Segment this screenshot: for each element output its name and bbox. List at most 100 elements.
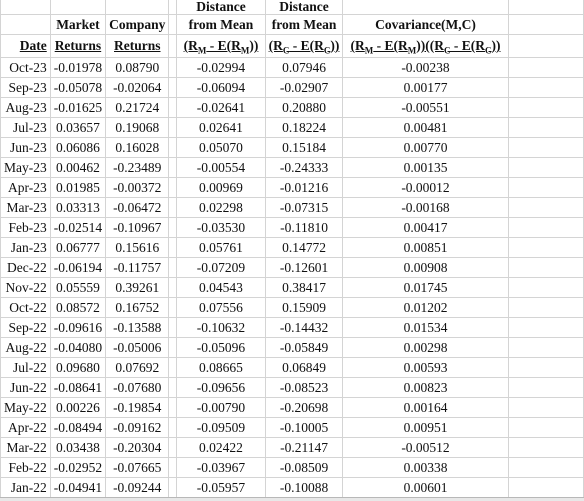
cell[interactable] [168, 177, 178, 198]
cell[interactable] [507, 337, 584, 358]
header-date[interactable]: Date [0, 34, 51, 58]
cell[interactable] [168, 477, 178, 498]
header-dist-company-formula[interactable]: (RC - E(RC)) [264, 34, 344, 58]
dist-company-cell[interactable]: -0.07315 [264, 197, 344, 218]
dist-company-cell[interactable]: -0.05849 [264, 337, 344, 358]
header-dist-company-line1[interactable]: Distance [264, 0, 344, 15]
dist-market-cell[interactable]: -0.09656 [176, 377, 266, 398]
dist-market-cell[interactable]: 0.02298 [176, 197, 266, 218]
cell[interactable] [168, 357, 178, 378]
cell[interactable] [168, 377, 178, 398]
covariance-cell[interactable]: -0.00551 [342, 97, 509, 118]
date-cell[interactable]: Mar-23 [0, 197, 51, 218]
dist-company-cell[interactable]: 0.15184 [264, 137, 344, 158]
dist-market-cell[interactable]: -0.10632 [176, 317, 266, 338]
date-cell[interactable]: Mar-22 [0, 437, 51, 458]
dist-market-cell[interactable]: 0.05070 [176, 137, 266, 158]
dist-market-cell[interactable]: -0.00790 [176, 397, 266, 418]
cell[interactable] [168, 457, 178, 478]
cell[interactable] [507, 397, 584, 418]
cell[interactable] [168, 137, 178, 158]
covariance-cell[interactable]: 0.00135 [342, 157, 509, 178]
cell[interactable] [168, 277, 178, 298]
cell[interactable] [168, 317, 178, 338]
cell[interactable] [168, 57, 178, 78]
market-return-cell[interactable]: -0.08641 [49, 377, 107, 398]
dist-market-cell[interactable]: 0.02422 [176, 437, 266, 458]
dist-market-cell[interactable]: 0.08665 [176, 357, 266, 378]
cell[interactable] [507, 437, 584, 458]
dist-market-cell[interactable]: -0.03967 [176, 457, 266, 478]
header-market-line1[interactable]: Market [49, 14, 107, 35]
cell[interactable] [507, 157, 584, 178]
date-cell[interactable]: Sep-22 [0, 317, 51, 338]
market-return-cell[interactable]: -0.01625 [49, 97, 107, 118]
cell[interactable] [49, 0, 107, 15]
company-return-cell[interactable]: -0.09244 [105, 477, 170, 498]
cell[interactable] [105, 0, 170, 15]
company-return-cell[interactable]: -0.07665 [105, 457, 170, 478]
covariance-cell[interactable]: 0.00481 [342, 117, 509, 138]
date-cell[interactable]: Oct-22 [0, 297, 51, 318]
cell[interactable] [168, 157, 178, 178]
dist-company-cell[interactable]: -0.02907 [264, 77, 344, 98]
cell[interactable] [507, 57, 584, 78]
header-market-returns[interactable]: Returns [49, 34, 107, 58]
cell[interactable] [168, 197, 178, 218]
covariance-cell[interactable]: -0.00238 [342, 57, 509, 78]
dist-market-cell[interactable]: 0.07556 [176, 297, 266, 318]
cell[interactable] [168, 417, 178, 438]
cell[interactable] [168, 217, 178, 238]
covariance-cell[interactable]: 0.01202 [342, 297, 509, 318]
market-return-cell[interactable]: 0.08572 [49, 297, 107, 318]
date-cell[interactable]: Feb-22 [0, 457, 51, 478]
dist-company-cell[interactable]: 0.20880 [264, 97, 344, 118]
company-return-cell[interactable]: 0.15616 [105, 237, 170, 258]
covariance-cell[interactable]: -0.00512 [342, 437, 509, 458]
dist-company-cell[interactable]: -0.20698 [264, 397, 344, 418]
header-dist-market-line2[interactable]: from Mean [176, 14, 266, 35]
cell[interactable] [507, 117, 584, 138]
dist-company-cell[interactable]: -0.10088 [264, 477, 344, 498]
dist-company-cell[interactable]: 0.38417 [264, 277, 344, 298]
covariance-cell[interactable]: 0.00164 [342, 397, 509, 418]
header-company-line1[interactable]: Company [105, 14, 170, 35]
cell[interactable] [168, 77, 178, 98]
market-return-cell[interactable]: -0.02514 [49, 217, 107, 238]
cell[interactable] [507, 477, 584, 498]
dist-company-cell[interactable]: 0.18224 [264, 117, 344, 138]
dist-market-cell[interactable]: 0.00969 [176, 177, 266, 198]
company-return-cell[interactable]: -0.00372 [105, 177, 170, 198]
dist-company-cell[interactable]: 0.14772 [264, 237, 344, 258]
date-cell[interactable]: Jul-22 [0, 357, 51, 378]
cell[interactable] [507, 97, 584, 118]
date-cell[interactable]: Dec-22 [0, 257, 51, 278]
company-return-cell[interactable]: -0.02064 [105, 77, 170, 98]
dist-market-cell[interactable]: 0.04543 [176, 277, 266, 298]
covariance-cell[interactable]: 0.00823 [342, 377, 509, 398]
dist-market-cell[interactable]: -0.09509 [176, 417, 266, 438]
date-cell[interactable]: Apr-22 [0, 417, 51, 438]
date-cell[interactable]: Apr-23 [0, 177, 51, 198]
market-return-cell[interactable]: 0.06086 [49, 137, 107, 158]
cell[interactable] [0, 0, 51, 15]
cell[interactable] [168, 237, 178, 258]
header-company-returns[interactable]: Returns [105, 34, 170, 58]
covariance-cell[interactable]: 0.00417 [342, 217, 509, 238]
dist-company-cell[interactable]: 0.06849 [264, 357, 344, 378]
covariance-cell[interactable]: 0.00601 [342, 477, 509, 498]
cell[interactable] [507, 137, 584, 158]
header-covariance-line1[interactable]: Covariance(M,C) [342, 14, 509, 35]
dist-market-cell[interactable]: -0.02641 [176, 97, 266, 118]
covariance-cell[interactable]: 0.00770 [342, 137, 509, 158]
date-cell[interactable]: Oct-23 [0, 57, 51, 78]
date-cell[interactable]: Nov-22 [0, 277, 51, 298]
cell[interactable] [507, 237, 584, 258]
company-return-cell[interactable]: -0.11757 [105, 257, 170, 278]
cell[interactable] [0, 14, 51, 35]
market-return-cell[interactable]: -0.04941 [49, 477, 107, 498]
company-return-cell[interactable]: -0.10967 [105, 217, 170, 238]
dist-company-cell[interactable]: 0.15909 [264, 297, 344, 318]
cell[interactable] [168, 34, 178, 58]
company-return-cell[interactable]: 0.16752 [105, 297, 170, 318]
